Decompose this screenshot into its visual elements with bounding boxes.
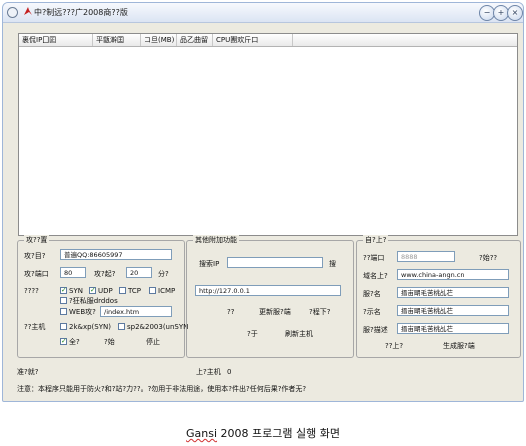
web-path-input[interactable]: /index.htm [100,306,172,317]
tcp-checkbox[interactable] [119,287,126,294]
column-version[interactable]: 品乙曲留 [177,34,213,46]
close-button[interactable]: × [507,5,523,21]
start-listen-button[interactable]: ?始?? [479,253,497,263]
online-hosts-label: 上?主机 [196,368,221,376]
all-label: 全? [69,338,80,346]
title-bar[interactable]: 中?制远???广2008商??版 − + × [3,3,523,23]
column-memory[interactable]: コ旦(MB) [141,34,177,46]
update-server-button[interactable]: 更新服?端 [259,307,291,317]
listen-port-label: ??端口 [363,254,385,262]
app-logo-icon [24,7,32,15]
display-name-input[interactable]: 搢峀朙毛苦桃乩芢 [397,305,509,316]
service-name-input[interactable]: 搢峀朙毛苦桃乩芢 [397,287,509,298]
generate-server-button[interactable]: 生成服?端 [443,341,475,351]
domain-input[interactable]: www.china-angn.cn [397,269,509,280]
attack-settings-label: 攻??置 [24,235,50,246]
refresh-hosts-button[interactable]: 刷新主机 [285,329,313,339]
udp-label: UDP [98,287,113,295]
misc-button[interactable]: ?? [227,307,234,317]
threads-label: 攻?起? [94,270,116,278]
stop-button[interactable]: 停止 [146,337,160,347]
port-label: 攻?端口 [24,270,49,278]
target-input[interactable]: 普遍QQ:86605997 [60,249,172,260]
udp-checkbox[interactable]: ✓ [89,287,96,294]
extra-functions-label: 其他附加功能 [193,235,239,246]
server-config-group: 自?上? ??端口 8888 ?始?? 域名上? www.china-angn.… [356,235,521,358]
caption-text: 2008 프로그램 실행 화면 [217,427,340,440]
search-button[interactable]: 搜 [329,259,336,269]
os-2k-xp-checkbox[interactable] [60,323,67,330]
server-config-label: 自?上? [363,235,389,246]
all-checkbox[interactable]: ✓ [60,338,67,345]
column-ip[interactable]: 裏侃IP囗囸 [19,34,93,46]
drddos-checkbox[interactable] [60,297,67,304]
drddos-label: ?狂私服drddos [69,297,118,305]
syn-checkbox[interactable]: ✓ [60,287,67,294]
service-desc-input[interactable]: 搢峀朙毛苦桃乩芢 [397,323,509,334]
caption-product-name: Gansi [186,427,218,440]
tcp-label: TCP [128,287,141,295]
system-menu-icon[interactable] [7,7,18,18]
minutes-unit: 分? [158,270,169,278]
web-checkbox[interactable] [60,308,67,315]
web-label: WEB攻? [69,308,96,316]
host-list-header: 裏侃IP囗囸 平甑澣囯 コ旦(MB) 品乙曲留 CPU團欢斤口 [19,34,517,47]
window-title: 中?制远???广2008商??版 [34,8,128,17]
status-ready: 准?就? [17,368,39,376]
display-name-label: ?示名 [363,308,381,316]
os-sp2-2003-label: sp2&2003(unSYN [127,323,189,331]
os-2k-xp-label: 2k&xp(SYN) [69,323,111,331]
start-button[interactable]: ?始 [104,337,115,347]
host-label: ??主机 [24,323,46,331]
service-name-label: 服?名 [363,290,381,298]
extra-functions-group: 其他附加功能 搜索IP 搜 http://127.0.0.1 ?? 更新服?端 … [186,235,354,358]
mode-label: ???? [24,287,39,295]
port-input[interactable]: 80 [60,267,86,278]
domain-label: 域名上? [363,272,388,280]
upload-button[interactable]: ??上? [385,341,403,351]
search-ip-label: 搜索IP [199,260,220,268]
icmp-label: ICMP [158,287,176,295]
main-window: 中?制远???广2008商??版 − + × 裏侃IP囗囸 平甑澣囯 コ旦(MB… [2,2,524,402]
column-cpu[interactable]: CPU團欢斤口 [213,34,293,46]
syn-label: SYN [69,287,83,295]
os-sp2-2003-checkbox[interactable] [118,323,125,330]
icmp-checkbox[interactable] [149,287,156,294]
threads-input[interactable]: 20 [126,267,152,278]
host-list[interactable]: 裏侃IP囗囸 平甑澣囯 コ旦(MB) 品乙曲留 CPU團欢斤口 [18,33,518,236]
url-input[interactable]: http://127.0.0.1 [195,285,341,296]
online-hosts-count: 0 [227,368,232,376]
attack-settings-group: 攻??置 攻?目? 普遍QQ:86605997 攻?端口 80 攻?起? 20 … [17,235,189,358]
figure-caption: Gansi 2008 프로그램 실행 화면 [0,425,526,441]
listen-port-input[interactable]: 8888 [397,251,455,262]
target-label: 攻?目? [24,252,46,260]
about-button[interactable]: ?于 [247,329,258,339]
process-button[interactable]: ?程下? [309,307,330,317]
notice-text: 注意：本程序只能用于防火?和?站?力??。?勿用于非法用途，使用本?件出?任何后… [17,385,307,393]
column-system[interactable]: 平甑澣囯 [93,34,141,46]
search-ip-input[interactable] [227,257,323,268]
service-desc-label: 服?描述 [363,326,388,334]
